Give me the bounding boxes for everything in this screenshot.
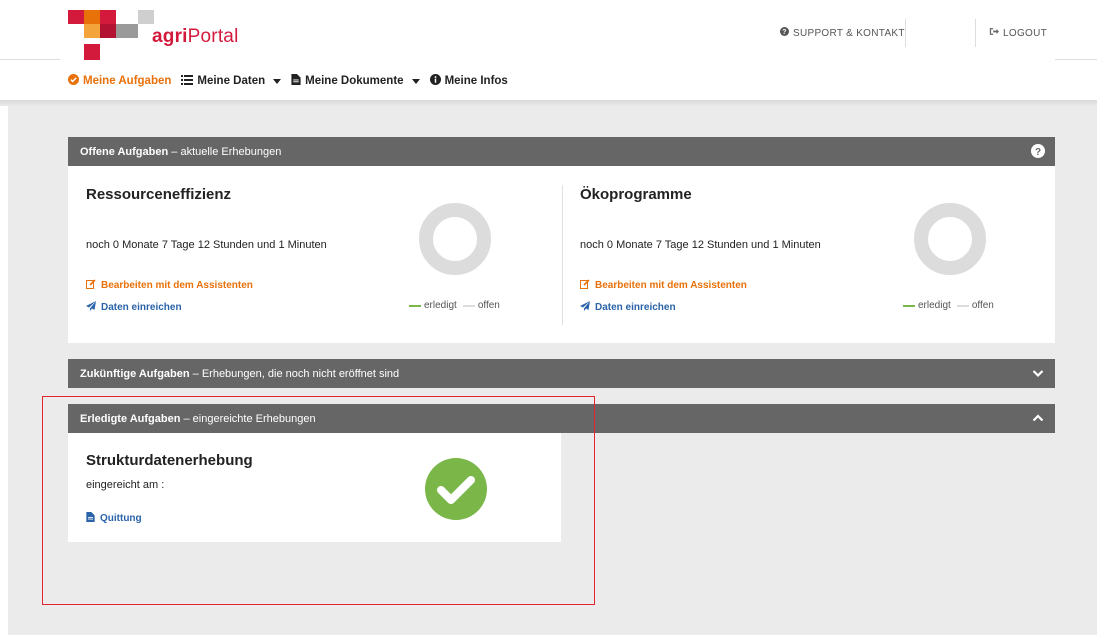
main-nav: Meine Aufgaben Meine Daten Meine Dokumen… — [68, 74, 518, 88]
logo-square — [68, 10, 84, 24]
chevron-down-icon[interactable] — [1031, 366, 1045, 380]
logo-square — [84, 10, 100, 24]
caret-down-icon — [273, 78, 282, 84]
list-icon — [181, 74, 194, 88]
panel-header-future-tasks[interactable]: Zukünftige Aufgaben – Erhebungen, die no… — [68, 359, 1055, 388]
link-label: Bearbeiten mit dem Assistenten — [595, 280, 747, 291]
progress-donut-chart — [913, 202, 987, 276]
header-separator — [905, 19, 906, 47]
support-label: SUPPORT & KONTAKT — [793, 27, 905, 39]
link-label: Daten einreichen — [595, 302, 676, 313]
header-shadow — [0, 100, 1097, 106]
logout-link[interactable]: LOGOUT — [989, 27, 1047, 39]
header: agriPortal ? SUPPORT & KONTAKT LOGOUT Me… — [0, 0, 1097, 100]
legend-open-swatch — [462, 304, 475, 307]
support-contact-link[interactable]: ? SUPPORT & KONTAKT — [780, 27, 905, 39]
nav-label: Meine Infos — [444, 75, 508, 87]
panel-title-rest: – aktuelle Erhebungen — [168, 145, 282, 158]
task-remaining-time: noch 0 Monate 7 Tage 12 Stunden und 1 Mi… — [86, 239, 327, 251]
edit-icon — [580, 279, 590, 292]
legend-open-label: offen — [971, 300, 994, 311]
legend-done-label: erledigt — [918, 300, 951, 311]
svg-text:?: ? — [782, 27, 787, 36]
logo-text: agriPortal — [152, 26, 239, 47]
task-title: Ressourceneffizienz — [86, 186, 232, 203]
nav-label: Meine Dokumente — [305, 75, 404, 87]
legend-done-swatch — [409, 304, 421, 307]
task-title: Ökoprogramme — [580, 186, 692, 203]
check-circle-icon — [68, 74, 79, 88]
nav-meine-infos[interactable]: Meine Infos — [429, 74, 508, 88]
link-label: Daten einreichen — [101, 302, 182, 313]
header-separator — [975, 19, 976, 47]
highlight-box — [42, 396, 595, 605]
progress-legend: erledigt offen — [409, 300, 500, 311]
legend-done-label: erledigt — [424, 300, 457, 311]
logo-square — [84, 44, 100, 60]
panel-header-open-tasks: Offene Aufgaben – aktuelle Erhebungen ? — [68, 137, 1055, 166]
nav-meine-dokumente[interactable]: Meine Dokumente — [291, 74, 420, 88]
chevron-up-icon[interactable] — [1031, 411, 1045, 425]
legend-open-swatch — [956, 304, 969, 307]
svg-text:?: ? — [1035, 147, 1041, 158]
panel-title-rest: – Erhebungen, die noch nicht eröffnet si… — [189, 367, 400, 380]
header-divider — [0, 59, 60, 60]
paper-plane-icon — [580, 301, 590, 314]
task-divider — [562, 185, 563, 325]
nav-meine-daten[interactable]: Meine Daten — [181, 74, 282, 88]
panel-title-bold: Zukünftige Aufgaben — [80, 367, 190, 380]
edit-with-assistant-link[interactable]: Bearbeiten mit dem Assistenten — [580, 279, 747, 292]
help-icon[interactable]: ? — [1031, 144, 1045, 158]
legend-done-swatch — [903, 304, 915, 307]
logout-label: LOGOUT — [1003, 27, 1048, 39]
edit-with-assistant-link[interactable]: Bearbeiten mit dem Assistenten — [86, 279, 253, 292]
logo-square — [116, 24, 138, 38]
legend-open-label: offen — [477, 300, 500, 311]
nav-meine-aufgaben[interactable]: Meine Aufgaben — [68, 74, 171, 88]
nav-label: Meine Daten — [197, 75, 266, 87]
header-divider — [1055, 59, 1097, 60]
submit-data-link[interactable]: Daten einreichen — [580, 301, 676, 314]
logo-square — [116, 10, 132, 24]
progress-legend: erledigt offen — [903, 300, 994, 311]
logo-square — [138, 10, 154, 24]
logo-square — [100, 10, 116, 24]
link-label: Bearbeiten mit dem Assistenten — [101, 280, 253, 291]
nav-label: Meine Aufgaben — [83, 75, 172, 87]
edit-icon — [86, 279, 96, 292]
question-circle-icon: ? — [780, 27, 789, 39]
agriportal-logo[interactable]: agriPortal — [68, 10, 268, 62]
info-circle-icon — [429, 74, 441, 88]
logo-square — [84, 24, 100, 38]
panel-title-bold: Offene Aufgaben — [80, 145, 169, 158]
logo-square — [100, 24, 116, 38]
document-icon — [291, 74, 301, 88]
progress-donut-chart — [418, 202, 492, 276]
sign-out-icon — [989, 27, 999, 39]
submit-data-link[interactable]: Daten einreichen — [86, 301, 182, 314]
paper-plane-icon — [86, 301, 96, 314]
caret-down-icon — [411, 78, 420, 84]
task-remaining-time: noch 0 Monate 7 Tage 12 Stunden und 1 Mi… — [580, 239, 821, 251]
